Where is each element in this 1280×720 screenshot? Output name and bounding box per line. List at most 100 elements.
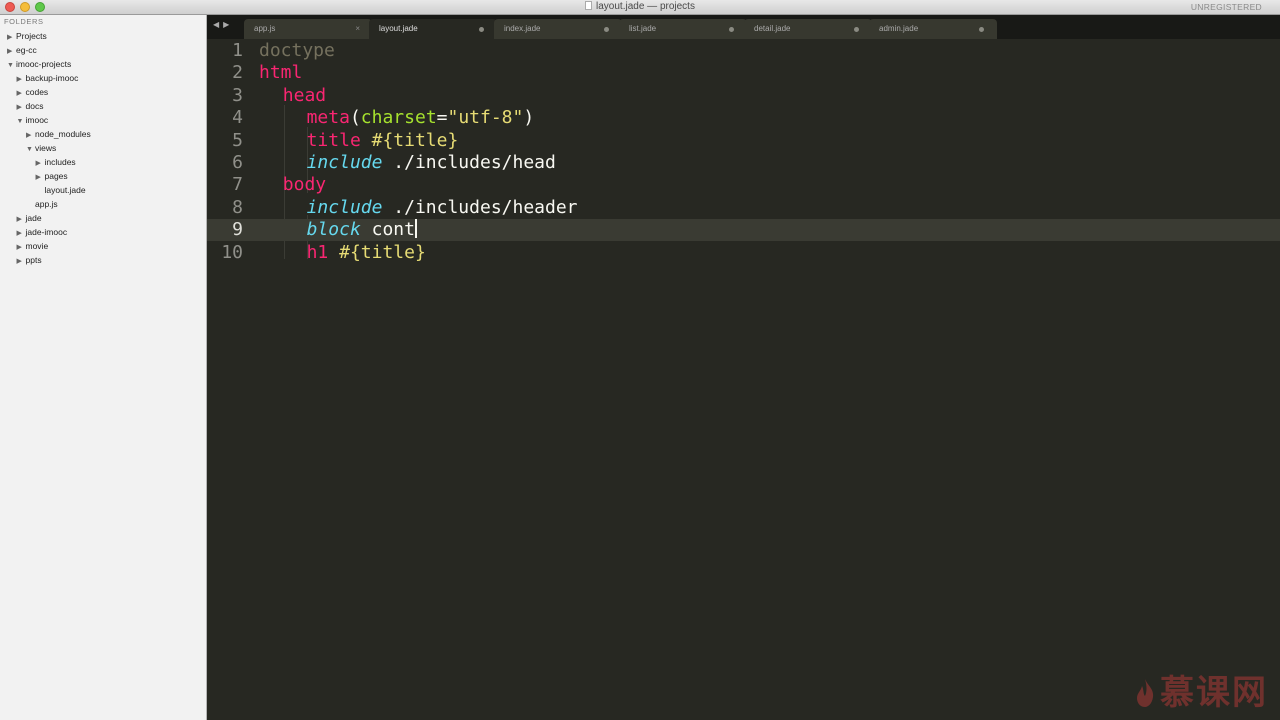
tab-detail-jade[interactable]: detail.jade <box>744 19 872 39</box>
sidebar-item-label: backup-imooc <box>25 73 79 83</box>
tab-admin-jade[interactable]: admin.jade <box>869 19 997 39</box>
sidebar-item[interactable]: ▼ imooc-projects <box>7 57 71 71</box>
sidebar-item[interactable]: ▶ jade-imooc <box>17 225 68 239</box>
tab-label: list.jade <box>629 24 657 33</box>
unsaved-dot-icon[interactable] <box>729 27 734 32</box>
sidebar-item-label: layout.jade <box>44 185 86 195</box>
unsaved-dot-icon[interactable] <box>854 27 859 32</box>
tab-label: layout.jade <box>379 24 418 33</box>
code-line[interactable]: 10 h1 #{title} <box>207 242 1280 264</box>
code-editor[interactable]: 1 doctype 2 html 3 head 4 meta(charset="utf-8")… <box>207 39 1280 720</box>
tab-layout-jade[interactable]: layout.jade <box>369 19 497 39</box>
sidebar-item-label: jade <box>25 213 42 223</box>
line-number: 7 <box>232 174 243 196</box>
unsaved-dot-icon[interactable] <box>979 27 984 32</box>
line-number: 1 <box>232 40 243 61</box>
code-line[interactable]: 6 include ./includes/head <box>207 152 1280 174</box>
sidebar-item[interactable]: ▶ jade <box>17 211 42 225</box>
code-token: meta <box>306 107 350 129</box>
tab-label: admin.jade <box>879 24 919 33</box>
unsaved-dot-icon[interactable] <box>479 27 484 32</box>
code-text: body <box>283 174 326 196</box>
disclosure-collapsed-icon[interactable]: ▶ <box>17 255 26 269</box>
window-title-text: layout.jade — projects <box>596 1 695 12</box>
code-text: html <box>259 62 302 84</box>
disclosure-expanded-icon[interactable]: ▼ <box>17 115 26 129</box>
sidebar-item[interactable]: ▶ includes <box>36 155 76 169</box>
code-line[interactable]: 3 head <box>207 85 1280 107</box>
sidebar-item-label: codes <box>25 87 49 97</box>
code-token: h1 <box>306 241 329 263</box>
line-number: 10 <box>221 241 243 263</box>
tab-label: index.jade <box>504 24 541 33</box>
line-number: 2 <box>232 62 243 84</box>
sidebar-item[interactable]: ▶ eg-cc <box>7 43 37 57</box>
sidebar-item[interactable]: ▶ Projects <box>7 29 47 43</box>
tab-label: app.js <box>254 24 276 33</box>
code-text: doctype <box>259 40 335 62</box>
code-token: ./includes/header <box>382 196 578 218</box>
code-token: ) <box>523 107 535 129</box>
code-token: block <box>306 219 361 241</box>
code-line[interactable]: 7 body <box>207 174 1280 196</box>
sidebar-item[interactable]: ▼ imooc <box>17 113 49 127</box>
code-token: "utf-8" <box>447 107 524 129</box>
code-text: meta(charset="utf-8") <box>307 107 535 129</box>
sidebar-item[interactable]: ▶ docs <box>17 99 44 113</box>
code-line[interactable]: 8 include ./includes/header <box>207 197 1280 219</box>
line-number: 6 <box>232 152 243 173</box>
code-token: doctype <box>259 40 335 61</box>
sidebar-item-label: includes <box>44 157 76 167</box>
line-number: 8 <box>232 196 243 218</box>
sidebar-item[interactable]: ▶ movie <box>17 239 49 253</box>
sidebar-item[interactable]: layout.jade <box>36 183 86 197</box>
sidebar-item[interactable]: ▶ codes <box>17 85 49 99</box>
code-line[interactable]: 2 html <box>207 62 1280 84</box>
code-line[interactable]: 5 title #{title} <box>207 130 1280 152</box>
line-number: 5 <box>232 129 243 151</box>
sidebar-item[interactable]: ▶ node_modules <box>26 127 91 141</box>
sidebar-item[interactable]: ▶ backup-imooc <box>17 71 79 85</box>
sidebar-item-label: app.js <box>35 199 58 209</box>
code-token: html <box>259 62 303 84</box>
watermark-text: 慕课网 <box>1160 674 1268 712</box>
sidebar-item-label: views <box>35 143 57 153</box>
code-token: = <box>436 107 448 129</box>
code-text: include ./includes/head <box>307 152 556 174</box>
code-text: head <box>283 85 326 107</box>
tab-list-jade[interactable]: list.jade <box>619 19 747 39</box>
window-titlebar: layout.jade — projects UNREGISTERED <box>0 0 1280 15</box>
sidebar-item[interactable]: ▶ pages <box>36 169 68 183</box>
sidebar-item-label: eg-cc <box>16 45 37 55</box>
sidebar-item[interactable]: app.js <box>26 197 58 211</box>
tab-close-icon[interactable]: × <box>355 19 360 39</box>
line-number: 4 <box>232 107 243 129</box>
disclosure-expanded-icon[interactable]: ▼ <box>26 143 35 157</box>
imooc-watermark: 慕课网 <box>1134 665 1268 714</box>
code-token: ( <box>349 107 361 129</box>
code-token: #{title} <box>371 129 459 151</box>
code-line[interactable]: 1 doctype <box>207 40 1280 62</box>
code-token: cont <box>360 219 415 241</box>
code-line[interactable]: 4 meta(charset="utf-8") <box>207 107 1280 129</box>
code-line[interactable]: 9 block cont <box>207 219 1280 242</box>
code-text: block cont <box>307 219 417 241</box>
sidebar-item-label: jade-imooc <box>25 227 68 237</box>
line-number: 3 <box>232 84 243 106</box>
folders-heading: FOLDERS <box>4 17 44 26</box>
code-token: head <box>282 84 327 106</box>
flame-logo-icon <box>1137 679 1154 707</box>
unsaved-dot-icon[interactable] <box>604 27 609 32</box>
tab-index-jade[interactable]: index.jade <box>494 19 622 39</box>
disclosure-expanded-icon[interactable]: ▼ <box>7 59 16 73</box>
tab-nav-arrows[interactable]: ◀▶ <box>213 20 233 29</box>
code-token: ./includes/head <box>382 152 556 173</box>
window-title: layout.jade — projects <box>0 1 1280 12</box>
code-text: include ./includes/header <box>307 197 578 219</box>
code-token: include <box>306 152 383 173</box>
sidebar-item[interactable]: ▶ ppts <box>17 253 42 267</box>
sidebar-item-label: node_modules <box>35 129 91 139</box>
tab-app-js[interactable]: app.js × <box>244 19 372 39</box>
sidebar-item[interactable]: ▼ views <box>26 141 56 155</box>
